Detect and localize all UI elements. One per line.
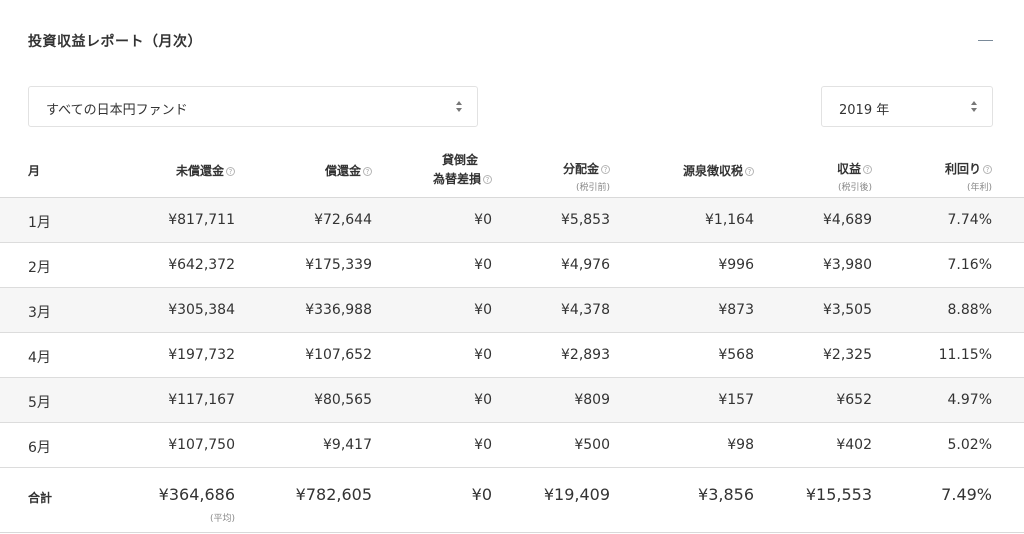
- cell-distribution: ¥4,976: [561, 257, 610, 273]
- cell-redemption: ¥336,988: [305, 302, 372, 318]
- cell-yield: 4.97%: [947, 392, 992, 408]
- cell-yield: 7.74%: [947, 212, 992, 228]
- cell-tax: ¥996: [718, 257, 754, 273]
- help-icon[interactable]: ?: [863, 165, 872, 174]
- help-icon[interactable]: ?: [745, 167, 754, 176]
- page-title: 投資収益レポート（月次）: [28, 34, 202, 50]
- header-redemption: 償還金?: [325, 162, 372, 179]
- cell-income: ¥3,980: [823, 257, 872, 273]
- cell-distribution: ¥500: [574, 437, 610, 453]
- cell-tax: ¥98: [727, 437, 754, 453]
- cell-yield: 8.88%: [947, 302, 992, 318]
- total-loss: ¥0: [471, 485, 492, 504]
- total-unredeemed-sub: (平均): [209, 514, 235, 524]
- cell-loss: ¥0: [474, 392, 492, 408]
- cell-yield: 7.16%: [947, 257, 992, 273]
- collapse-icon[interactable]: [978, 40, 993, 41]
- cell-tax: ¥568: [718, 347, 754, 363]
- report-table: 月 未償還金? 償還金? 貸倒金 為替差損? 分配金? (税引前) 源泉徴収税?…: [0, 145, 1024, 533]
- cell-distribution: ¥4,378: [561, 302, 610, 318]
- cell-month: 1月: [28, 215, 51, 231]
- help-icon[interactable]: ?: [601, 165, 610, 174]
- cell-month: 2月: [28, 260, 51, 276]
- cell-redemption: ¥72,644: [314, 212, 372, 228]
- total-label: 合計: [28, 491, 53, 505]
- cell-redemption: ¥175,339: [305, 257, 372, 273]
- cell-loss: ¥0: [474, 302, 492, 318]
- cell-yield: 11.15%: [938, 347, 992, 363]
- cell-loss: ¥0: [474, 347, 492, 363]
- cell-income: ¥652: [836, 392, 872, 408]
- table-row: 5月 ¥117,167 ¥80,565 ¥0 ¥809 ¥157 ¥652 4.…: [0, 378, 1024, 423]
- year-select[interactable]: 2019 年: [821, 86, 993, 127]
- total-unredeemed: ¥364,686: [158, 485, 235, 504]
- cell-month: 5月: [28, 395, 51, 411]
- cell-loss: ¥0: [474, 212, 492, 228]
- cell-distribution: ¥809: [574, 392, 610, 408]
- table-row: 4月 ¥197,732 ¥107,652 ¥0 ¥2,893 ¥568 ¥2,3…: [0, 333, 1024, 378]
- cell-unredeemed: ¥197,732: [168, 347, 235, 363]
- cell-redemption: ¥80,565: [314, 392, 372, 408]
- table-row: 1月 ¥817,711 ¥72,644 ¥0 ¥5,853 ¥1,164 ¥4,…: [0, 198, 1024, 243]
- cell-income: ¥402: [836, 437, 872, 453]
- cell-tax: ¥157: [718, 392, 754, 408]
- cell-loss: ¥0: [474, 257, 492, 273]
- help-icon[interactable]: ?: [226, 167, 235, 176]
- cell-income: ¥4,689: [823, 212, 872, 228]
- header-yield-sub: (年利): [966, 183, 992, 193]
- table-row: 2月 ¥642,372 ¥175,339 ¥0 ¥4,976 ¥996 ¥3,9…: [0, 243, 1024, 288]
- cell-yield: 5.02%: [947, 437, 992, 453]
- total-distribution: ¥19,409: [543, 485, 610, 504]
- help-icon[interactable]: ?: [363, 167, 372, 176]
- fund-select[interactable]: すべての日本円ファンド: [28, 86, 478, 127]
- header-distribution-sub: (税引前): [575, 183, 610, 193]
- header-loss: 貸倒金 為替差損?: [433, 151, 492, 189]
- cell-unredeemed: ¥305,384: [168, 302, 235, 318]
- header-unredeemed: 未償還金?: [176, 162, 235, 179]
- cell-unredeemed: ¥642,372: [168, 257, 235, 273]
- cell-distribution: ¥2,893: [561, 347, 610, 363]
- header-yield: 利回り? (年利): [944, 162, 992, 193]
- help-icon[interactable]: ?: [983, 165, 992, 174]
- cell-income: ¥3,505: [823, 302, 872, 318]
- fund-select-value: すべての日本円ファンド: [46, 103, 188, 118]
- cell-unredeemed: ¥117,167: [168, 392, 235, 408]
- total-tax: ¥3,856: [698, 485, 754, 504]
- cell-redemption: ¥107,652: [305, 347, 372, 363]
- investment-report-page: 投資収益レポート（月次） すべての日本円ファンド 2019 年 月 未償還金? …: [0, 0, 1024, 534]
- cell-loss: ¥0: [474, 437, 492, 453]
- year-select-value: 2019 年: [839, 103, 890, 118]
- table-header-row: 月 未償還金? 償還金? 貸倒金 為替差損? 分配金? (税引前) 源泉徴収税?…: [0, 145, 1024, 198]
- cell-month: 4月: [28, 350, 51, 366]
- total-yield: 7.49%: [941, 485, 992, 504]
- total-income: ¥15,553: [805, 485, 872, 504]
- select-arrows-icon: [455, 100, 463, 114]
- cell-distribution: ¥5,853: [561, 212, 610, 228]
- cell-tax: ¥873: [718, 302, 754, 318]
- total-redemption: ¥782,605: [295, 485, 372, 504]
- table-row: 6月 ¥107,750 ¥9,417 ¥0 ¥500 ¥98 ¥402 5.02…: [0, 423, 1024, 468]
- header-month: 月: [28, 164, 41, 178]
- header-withholding-tax: 源泉徴収税?: [683, 162, 754, 179]
- select-arrows-icon: [970, 100, 978, 114]
- cell-month: 3月: [28, 305, 51, 321]
- table-row: 3月 ¥305,384 ¥336,988 ¥0 ¥4,378 ¥873 ¥3,5…: [0, 288, 1024, 333]
- cell-month: 6月: [28, 440, 51, 456]
- cell-redemption: ¥9,417: [323, 437, 372, 453]
- cell-tax: ¥1,164: [705, 212, 754, 228]
- header-income: 収益? (税引後): [836, 162, 872, 193]
- header-income-sub: (税引後): [837, 183, 872, 193]
- header-distribution: 分配金? (税引前): [562, 162, 610, 193]
- cell-unredeemed: ¥107,750: [168, 437, 235, 453]
- total-row: 合計 ¥364,686 (平均) ¥782,605 ¥0 ¥19,409 ¥3,…: [0, 468, 1024, 533]
- help-icon[interactable]: ?: [483, 175, 492, 184]
- cell-unredeemed: ¥817,711: [168, 212, 235, 228]
- cell-income: ¥2,325: [823, 347, 872, 363]
